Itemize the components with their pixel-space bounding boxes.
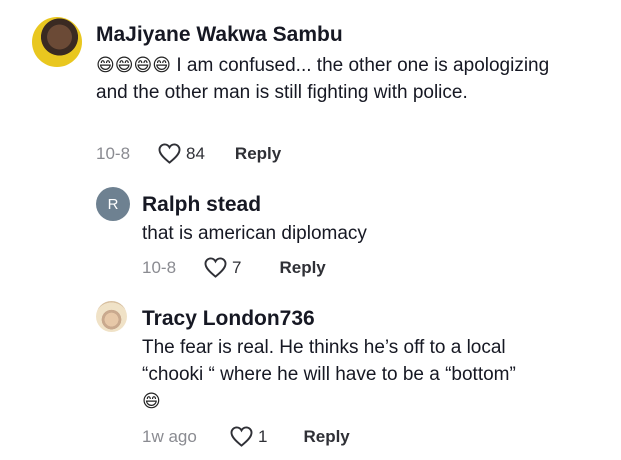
heart-icon [204,257,227,278]
commenter-name[interactable]: Tracy London736 [142,307,315,331]
like-button[interactable]: 7 [204,257,241,278]
commenter-name[interactable]: Ralph stead [142,193,261,217]
reply-button[interactable]: Reply [303,427,349,447]
like-count: 84 [186,143,205,163]
comment-body: The fear is real. He thinks he’s off to … [142,337,516,385]
comment-body: that is american diplomacy [142,223,367,244]
like-count: 1 [258,426,268,446]
commenter-avatar[interactable]: R [96,187,130,221]
heart-icon [230,426,253,447]
comment-date: 10-8 [142,257,177,277]
comment-emoji: 😄😄😄😄 [96,55,172,76]
comment-emoji: 😄 [142,391,161,412]
like-button[interactable]: 84 [158,143,205,164]
heart-icon [158,143,181,164]
reply-button[interactable]: Reply [279,258,325,278]
comment-meta: 1w ago 1 Reply [142,426,350,447]
comment-meta: 10-8 84 Reply [96,143,281,164]
commenter-name[interactable]: MaJiyane Wakwa Sambu [96,23,343,47]
comment-meta: 10-8 7 Reply [142,257,326,278]
comment-date: 10-8 [96,143,131,163]
comment-date: 1w ago [142,426,197,446]
like-button[interactable]: 1 [230,426,267,447]
commenter-avatar[interactable] [32,17,82,67]
like-count: 7 [232,257,242,277]
commenter-avatar[interactable] [96,301,127,332]
comment-text: The fear is real. He thinks he’s off to … [142,334,562,415]
reply-button[interactable]: Reply [235,144,281,164]
comment-text: 😄😄😄😄 I am confused... the other one is a… [96,52,556,106]
